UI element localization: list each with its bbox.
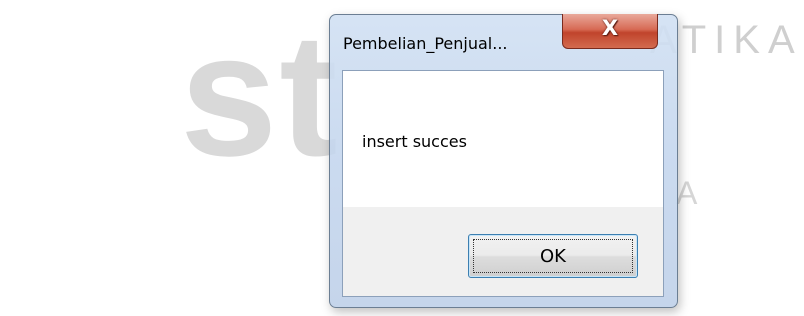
- close-icon: X: [601, 16, 619, 40]
- close-button[interactable]: X: [562, 14, 658, 49]
- dialog-body: insert succes OK: [342, 70, 664, 297]
- watermark-small-text: A: [676, 175, 698, 211]
- watermark-logo-text: st: [180, 0, 340, 193]
- message-dialog: Pembelian_Penjual... X insert succes OK: [329, 14, 678, 308]
- message-area: insert succes: [343, 71, 663, 207]
- dialog-title: Pembelian_Penjual...: [343, 34, 508, 53]
- dialog-titlebar[interactable]: Pembelian_Penjual... X: [330, 14, 677, 71]
- ok-button[interactable]: OK: [468, 234, 638, 278]
- dialog-message: insert succes: [362, 132, 467, 151]
- ok-button-label: OK: [540, 246, 566, 267]
